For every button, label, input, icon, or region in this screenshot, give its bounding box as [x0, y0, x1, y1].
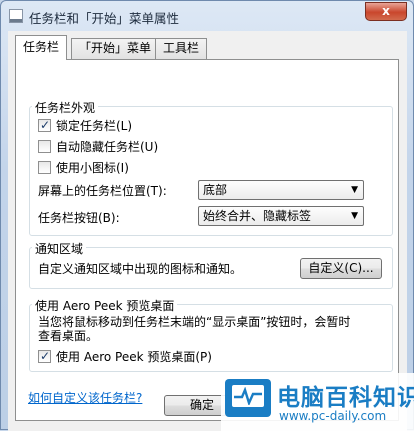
taskbar-buttons-value: 始终合并、隐藏标签	[203, 209, 312, 223]
window-title: 任务栏和「开始」菜单属性	[29, 11, 180, 26]
notification-legend: 通知区域	[32, 240, 87, 257]
taskbar-buttons-select[interactable]: 始终合并、隐藏标签 ▼	[198, 206, 364, 226]
autohide-row[interactable]: 自动隐藏任务栏(U)	[38, 138, 158, 155]
tab-panel: 任务栏外观 锁定任务栏(L) 自动隐藏任务栏(U) 使用小图标(I) 屏幕上的任…	[15, 59, 399, 421]
lock-taskbar-row[interactable]: 锁定任务栏(L)	[38, 117, 132, 134]
aero-peek-legend: 使用 Aero Peek 预览桌面	[32, 297, 178, 314]
aero-peek-description-line1: 当您将鼠标移动到任务栏末端的“显示桌面”按钮时，会暂时	[38, 315, 351, 329]
location-label: 屏幕上的任务栏位置(T):	[38, 184, 167, 198]
buttons-label: 任务栏按钮(B):	[38, 211, 120, 225]
location-value: 底部	[203, 183, 228, 197]
chevron-down-icon: ▼	[351, 185, 358, 195]
small-icons-checkbox[interactable]	[38, 161, 51, 174]
tab-toolbars[interactable]: 工具栏	[155, 38, 208, 59]
appearance-legend: 任务栏外观	[32, 99, 99, 116]
small-icons-row[interactable]: 使用小图标(I)	[38, 159, 129, 176]
lock-taskbar-checkbox[interactable]	[38, 118, 51, 132]
autohide-checkbox[interactable]	[38, 140, 51, 153]
notification-description: 自定义通知区域中出现的图标和通知。	[38, 262, 243, 276]
aero-peek-description-line2: 查看桌面。	[38, 329, 99, 343]
tab-start-menu[interactable]: 「开始」菜单	[71, 38, 160, 59]
tab-taskbar[interactable]: 任务栏	[15, 35, 68, 60]
taskbar-icon	[9, 9, 23, 23]
help-link[interactable]: 如何自定义该任务栏?	[28, 389, 142, 406]
dialog-window: 任务栏和「开始」菜单属性 x 任务栏 「开始」菜单 工具栏 任务栏外观 锁定任务…	[0, 0, 414, 431]
autohide-label: 自动隐藏任务栏(U)	[56, 140, 159, 154]
close-button[interactable]: x	[365, 2, 407, 21]
chevron-down-icon: ▼	[351, 211, 358, 221]
lock-taskbar-label: 锁定任务栏(L)	[56, 119, 133, 133]
dialog-client: 任务栏 「开始」菜单 工具栏 任务栏外观 锁定任务栏(L) 自动隐藏任务栏(U)…	[8, 31, 407, 431]
watermark-title: 电脑百科知识	[277, 385, 414, 411]
watermark: 电脑百科知识 www.pc-daily.com	[221, 373, 414, 431]
aero-peek-row[interactable]: 使用 Aero Peek 预览桌面(P)	[38, 348, 212, 365]
watermark-url: www.pc-daily.com	[279, 409, 387, 423]
title-bar[interactable]: 任务栏和「开始」菜单属性 x	[1, 1, 413, 31]
aero-peek-checkbox[interactable]	[38, 349, 51, 363]
aero-peek-description: 当您将鼠标移动到任务栏末端的“显示桌面”按钮时，会暂时 查看桌面。	[38, 315, 388, 343]
location-select[interactable]: 底部 ▼	[198, 180, 364, 200]
small-icons-label: 使用小图标(I)	[56, 161, 129, 175]
aero-peek-label: 使用 Aero Peek 预览桌面(P)	[56, 350, 212, 364]
watermark-logo-icon	[225, 379, 271, 417]
customize-button[interactable]: 自定义(C)...	[300, 258, 382, 279]
